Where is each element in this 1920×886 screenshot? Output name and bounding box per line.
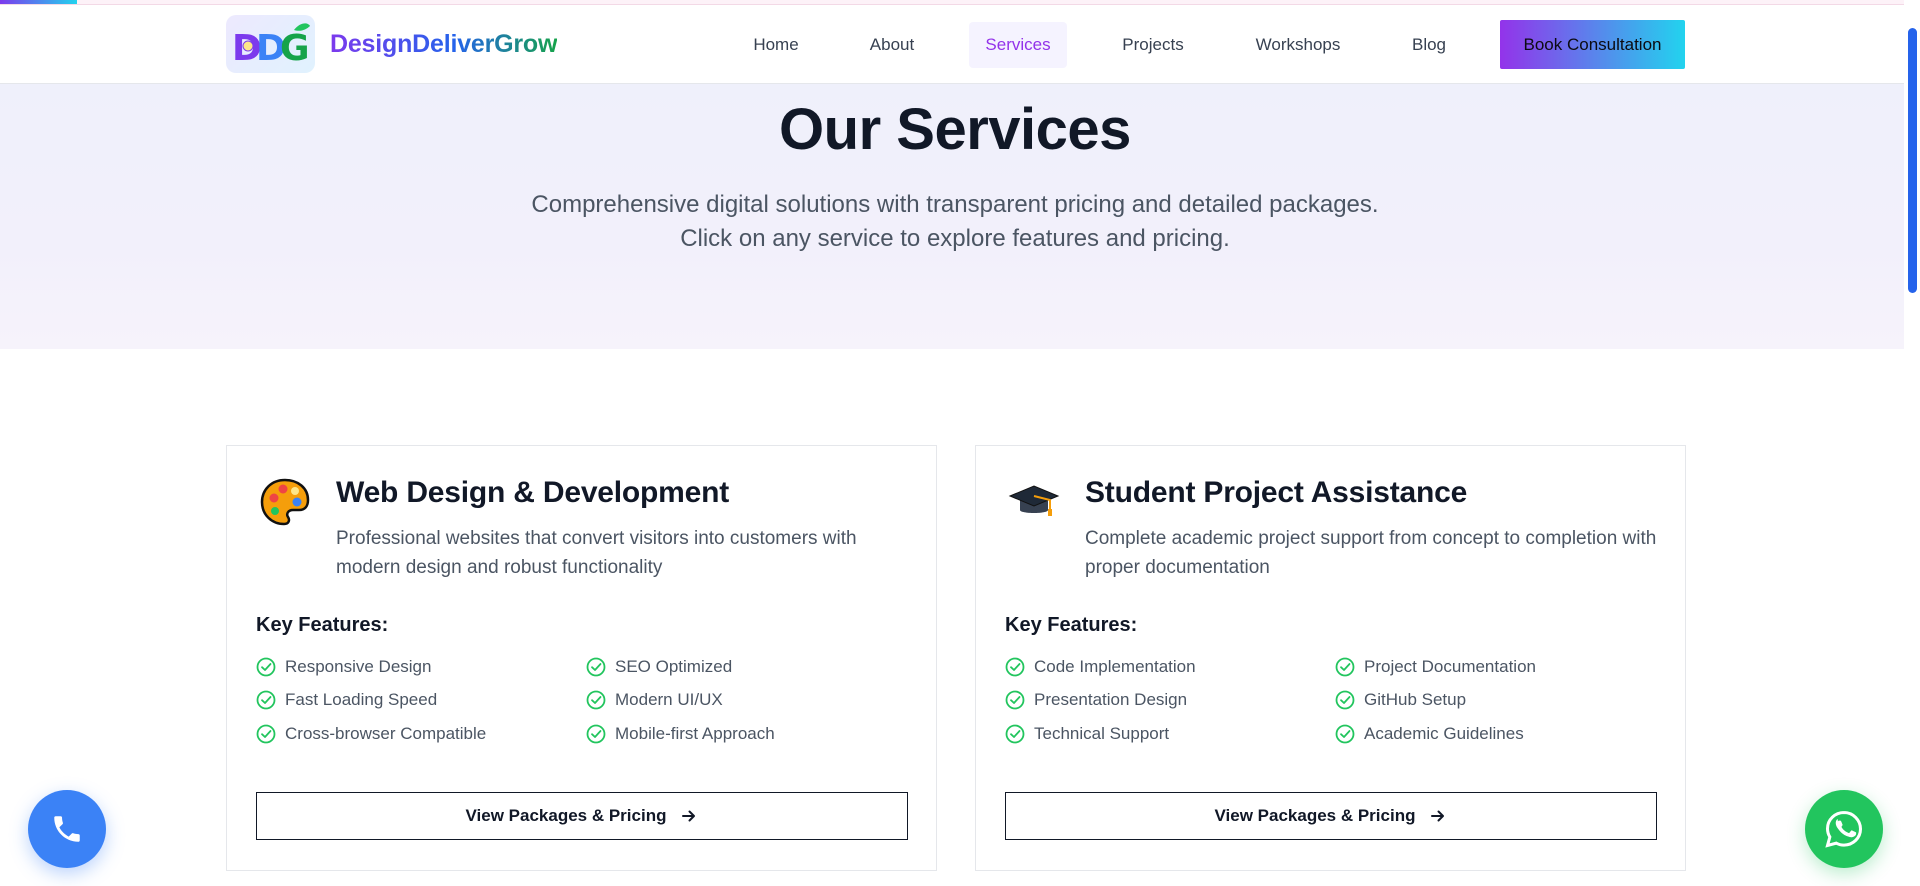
service-title: Student Project Assistance <box>1085 476 1468 509</box>
view-packages-button[interactable]: View Packages & Pricing <box>1005 792 1657 840</box>
check-circle-icon <box>1335 724 1355 744</box>
feature-label: Academic Guidelines <box>1364 724 1524 743</box>
feature-label: GitHub Setup <box>1364 690 1467 709</box>
site-header: D D G DesignDeliverGrow Home About Servi… <box>0 5 1904 84</box>
check-circle-icon <box>1005 657 1025 677</box>
brand-name: DesignDeliverGrow <box>330 29 558 58</box>
nav-about[interactable]: About <box>852 22 932 68</box>
feature-label: Code Implementation <box>1034 657 1196 676</box>
feature-item: Technical Support <box>1005 722 1169 746</box>
check-circle-icon <box>1335 690 1355 710</box>
nav-home[interactable]: Home <box>738 22 814 68</box>
phone-icon <box>54 816 80 842</box>
feature-label: Technical Support <box>1034 724 1170 743</box>
page-subtitle-line-2: Click on any service to explore features… <box>680 225 1230 252</box>
logo-mark-icon: D D G <box>226 15 315 73</box>
book-consultation-button[interactable]: Book Consultation <box>1500 20 1685 69</box>
nav-services[interactable]: Services <box>969 22 1067 68</box>
service-description: Complete academic project support from c… <box>1085 528 1657 578</box>
check-circle-icon <box>1335 657 1355 677</box>
feature-label: Mobile-first Approach <box>615 724 775 743</box>
check-circle-icon <box>1005 690 1025 710</box>
feature-label: Cross-browser Compatible <box>285 724 487 743</box>
whatsapp-button[interactable] <box>1805 790 1883 868</box>
check-circle-icon <box>256 657 276 677</box>
brand-logo-link[interactable]: D D G DesignDeliverGrow <box>226 15 557 73</box>
feature-label: Fast Loading Speed <box>285 690 438 709</box>
feature-label: Project Documentation <box>1364 657 1536 676</box>
page-subtitle-line-1: Comprehensive digital solutions with tra… <box>531 191 1379 218</box>
feature-item: Project Documentation <box>1335 655 1536 679</box>
check-circle-icon <box>586 690 606 710</box>
page-title: Our Services <box>779 97 1131 162</box>
feature-label: Responsive Design <box>285 657 432 676</box>
check-circle-icon <box>586 724 606 744</box>
feature-label: Modern UI/UX <box>615 690 723 709</box>
feature-item: SEO Optimized <box>586 655 732 679</box>
call-button[interactable] <box>28 790 106 868</box>
scrollbar-thumb[interactable] <box>1908 28 1917 293</box>
feature-item: Presentation Design <box>1005 688 1187 712</box>
feature-item: GitHub Setup <box>1335 688 1466 712</box>
svg-text:G: G <box>280 28 310 69</box>
check-circle-icon <box>1005 724 1025 744</box>
features-heading: Key Features: <box>256 614 389 636</box>
feature-label: SEO Optimized <box>615 657 733 676</box>
view-packages-label: View Packages & Pricing <box>1214 806 1416 825</box>
view-packages-label: View Packages & Pricing <box>465 806 667 825</box>
service-description: Professional websites that convert visit… <box>336 528 857 578</box>
feature-item: Mobile-first Approach <box>586 722 775 746</box>
whatsapp-icon <box>1825 810 1863 848</box>
page-subtitle: Comprehensive digital solutions with tra… <box>0 188 1910 256</box>
nav-projects[interactable]: Projects <box>1108 22 1198 68</box>
artist-palette-icon <box>260 478 310 526</box>
check-circle-icon <box>256 690 276 710</box>
nav-blog[interactable]: Blog <box>1400 22 1458 68</box>
features-heading: Key Features: <box>1005 614 1138 636</box>
feature-label: Presentation Design <box>1034 690 1188 709</box>
service-card-student-projects[interactable]: Student Project Assistance Complete acad… <box>975 445 1686 871</box>
hero-section: Our Services Comprehensive digital solut… <box>0 84 1904 349</box>
nav-workshops[interactable]: Workshops <box>1245 22 1351 68</box>
view-packages-button[interactable]: View Packages & Pricing <box>256 792 908 840</box>
feature-item: Academic Guidelines <box>1335 722 1524 746</box>
scroll-progress-fill <box>0 0 77 4</box>
feature-item: Modern UI/UX <box>586 688 723 712</box>
check-circle-icon <box>586 657 606 677</box>
arrow-right-icon <box>682 810 696 822</box>
page-scrollbar[interactable] <box>1904 0 1920 886</box>
service-card-web-design[interactable]: Web Design & Development Professional we… <box>226 445 937 871</box>
arrow-right-icon <box>1431 810 1445 822</box>
graduation-cap-icon <box>1008 485 1060 516</box>
service-title: Web Design & Development <box>336 476 730 509</box>
scroll-progress-bar <box>0 0 1920 5</box>
feature-item: Code Implementation <box>1005 655 1196 679</box>
feature-item: Responsive Design <box>256 655 431 679</box>
feature-item: Cross-browser Compatible <box>256 722 486 746</box>
feature-item: Fast Loading Speed <box>256 688 437 712</box>
check-circle-icon <box>256 724 276 744</box>
